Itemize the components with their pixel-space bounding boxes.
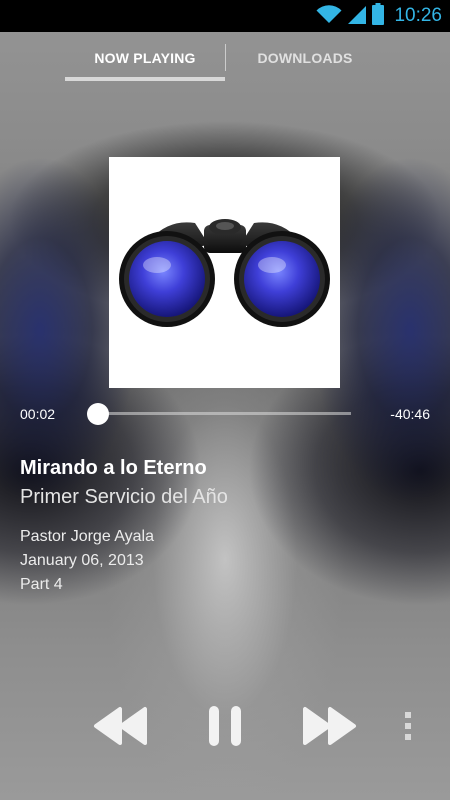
status-icons: 10:26 [316,0,442,32]
status-bar: 10:26 [0,0,450,32]
overflow-menu-button[interactable] [395,700,421,752]
signal-icon [348,4,367,29]
pause-button[interactable] [195,700,255,752]
blurred-artwork-background [0,0,450,800]
seek-thumb[interactable] [87,403,109,425]
rewind-button[interactable] [90,700,150,752]
battery-icon [372,2,385,30]
speaker-name: Pastor Jorge Ayala [20,528,155,545]
playback-controls [0,700,450,760]
wifi-icon [316,4,342,29]
track-title: Mirando a lo Eterno [20,457,207,479]
album-artwork [109,157,340,388]
binoculars-icon [119,219,330,327]
tab-now-playing[interactable]: NOW PLAYING [65,50,225,66]
overflow-menu-icon [405,712,411,740]
tab-selected-indicator [65,77,225,81]
tab-downloads[interactable]: DOWNLOADS [230,50,380,66]
fast-forward-icon [303,707,356,745]
pause-icon [209,706,241,746]
remaining-time: -40:46 [390,406,430,422]
tab-bar: NOW PLAYING DOWNLOADS [0,32,450,84]
tab-divider [225,44,226,71]
fast-forward-button[interactable] [300,700,360,752]
elapsed-time: 00:02 [20,406,56,422]
status-clock: 10:26 [394,5,442,26]
sermon-date: January 06, 2013 [20,552,144,569]
sermon-part: Part 4 [20,576,63,593]
rewind-icon [94,707,147,745]
series-title: Primer Servicio del Año [20,486,228,508]
seek-bar[interactable] [99,412,351,415]
